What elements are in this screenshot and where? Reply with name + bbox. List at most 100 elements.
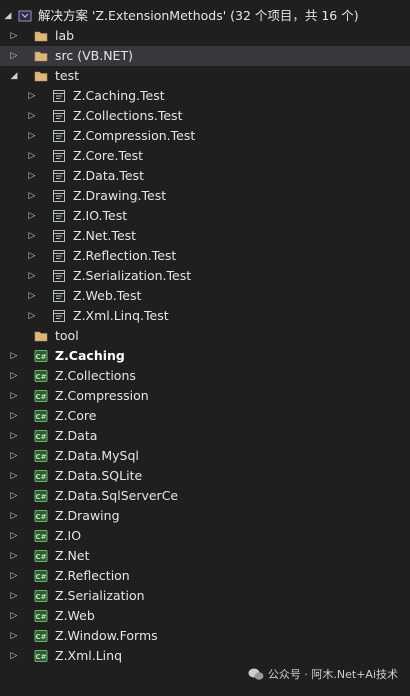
csharp-project-icon	[34, 649, 48, 663]
project-label: Z.Caching	[55, 348, 125, 363]
solution-explorer-tree: ◢ 解决方案 'Z.ExtensionMethods' (32 个项目，共 16…	[0, 6, 410, 666]
chevron-right-icon[interactable]: ▷	[8, 486, 20, 506]
csharp-project-icon	[34, 349, 48, 363]
chevron-right-icon[interactable]: ▷	[26, 166, 38, 186]
chevron-right-icon[interactable]: ▷	[8, 586, 20, 606]
test-project-item[interactable]: ▷ Z.Data.Test	[0, 166, 410, 186]
chevron-right-icon[interactable]: ▷	[26, 266, 38, 286]
chevron-right-icon[interactable]: ▷	[8, 346, 20, 366]
chevron-right-icon[interactable]: ▷	[8, 26, 20, 46]
project-item[interactable]: ▷ Z.Web	[0, 606, 410, 626]
test-project-icon	[52, 129, 66, 143]
project-item[interactable]: ▷ Z.Data.SQLite	[0, 466, 410, 486]
chevron-right-icon[interactable]: ▷	[8, 606, 20, 626]
project-label: Z.Reflection	[55, 568, 130, 583]
project-item[interactable]: ▷ Z.Collections	[0, 366, 410, 386]
chevron-right-icon[interactable]: ▷	[26, 246, 38, 266]
chevron-right-icon[interactable]: ▷	[8, 466, 20, 486]
test-project-item[interactable]: ▷ Z.Caching.Test	[0, 86, 410, 106]
folder-lab[interactable]: ▷ lab	[0, 26, 410, 46]
chevron-right-icon[interactable]: ▷	[26, 286, 38, 306]
test-project-icon	[52, 89, 66, 103]
test-project-item[interactable]: ▷ Z.Serialization.Test	[0, 266, 410, 286]
csharp-project-icon	[34, 609, 48, 623]
folder-icon	[34, 49, 48, 63]
project-label: Z.Data.SQLite	[55, 468, 143, 483]
csharp-project-icon	[34, 629, 48, 643]
project-item[interactable]: ▷ Z.Core	[0, 406, 410, 426]
chevron-down-icon[interactable]: ◢	[8, 66, 20, 86]
project-item[interactable]: ▷ Z.Drawing	[0, 506, 410, 526]
chevron-right-icon[interactable]: ▷	[8, 446, 20, 466]
project-item[interactable]: ▷ Z.Window.Forms	[0, 626, 410, 646]
project-item[interactable]: ▷ Z.Xml.Linq	[0, 646, 410, 666]
test-project-label: Z.Data.Test	[73, 168, 144, 183]
chevron-right-icon[interactable]: ▷	[26, 106, 38, 126]
project-label: Z.Drawing	[55, 508, 120, 523]
test-project-item[interactable]: ▷ Z.Reflection.Test	[0, 246, 410, 266]
chevron-right-icon[interactable]: ▷	[8, 566, 20, 586]
chevron-right-icon[interactable]: ▷	[8, 626, 20, 646]
chevron-right-icon[interactable]: ▷	[26, 146, 38, 166]
test-project-label: Z.Net.Test	[73, 228, 137, 243]
project-item[interactable]: ▷ Z.Reflection	[0, 566, 410, 586]
chevron-right-icon[interactable]: ▷	[8, 46, 20, 66]
folder-icon	[34, 69, 48, 83]
test-project-label: Z.Collections.Test	[73, 108, 183, 123]
test-project-item[interactable]: ▷ Z.Drawing.Test	[0, 186, 410, 206]
chevron-right-icon[interactable]: ▷	[8, 406, 20, 426]
folder-label: lab	[55, 28, 75, 43]
folder-tool[interactable]: ▷ tool	[0, 326, 410, 346]
test-project-item[interactable]: ▷ Z.Core.Test	[0, 146, 410, 166]
chevron-right-icon[interactable]: ▷	[26, 306, 38, 326]
project-label: Z.Window.Forms	[55, 628, 158, 643]
test-project-label: Z.IO.Test	[73, 208, 128, 223]
chevron-right-icon[interactable]: ▷	[8, 546, 20, 566]
test-project-label: Z.Core.Test	[73, 148, 144, 163]
project-item[interactable]: ▷ Z.Compression	[0, 386, 410, 406]
project-item[interactable]: ▷ Z.IO	[0, 526, 410, 546]
chevron-right-icon[interactable]: ▷	[8, 646, 20, 666]
test-project-icon	[52, 209, 66, 223]
chevron-right-icon[interactable]: ▷	[8, 426, 20, 446]
chevron-right-icon[interactable]: ▷	[26, 226, 38, 246]
csharp-project-icon	[34, 529, 48, 543]
test-project-icon	[52, 149, 66, 163]
project-list: ▷ Z.Caching ▷ Z.Collections ▷ Z.Compression ▷ Z…	[0, 346, 410, 666]
project-label: Z.Xml.Linq	[55, 648, 123, 663]
project-item[interactable]: ▷ Z.Serialization	[0, 586, 410, 606]
project-item[interactable]: ▷ Z.Net	[0, 546, 410, 566]
folder-icon	[34, 29, 48, 43]
project-item[interactable]: ▷ Z.Data.SqlServerCe	[0, 486, 410, 506]
test-project-item[interactable]: ▷ Z.Web.Test	[0, 286, 410, 306]
test-project-label: Z.Compression.Test	[73, 128, 196, 143]
chevron-right-icon[interactable]: ▷	[26, 126, 38, 146]
chevron-down-icon[interactable]: ◢	[2, 6, 14, 26]
test-project-label: Z.Web.Test	[73, 288, 142, 303]
chevron-right-icon[interactable]: ▷	[26, 86, 38, 106]
solution-label: 解决方案 'Z.ExtensionMethods' (32 个项目，共 16 个…	[38, 8, 359, 23]
chevron-right-icon[interactable]: ▷	[8, 366, 20, 386]
project-item[interactable]: ▷ Z.Caching	[0, 346, 410, 366]
folder-label: test	[55, 68, 80, 83]
test-project-icon	[52, 269, 66, 283]
test-project-item[interactable]: ▷ Z.Xml.Linq.Test	[0, 306, 410, 326]
test-project-label: Z.Drawing.Test	[73, 188, 167, 203]
project-item[interactable]: ▷ Z.Data	[0, 426, 410, 446]
test-project-icon	[52, 109, 66, 123]
chevron-right-icon[interactable]: ▷	[8, 386, 20, 406]
wechat-icon	[248, 668, 264, 680]
test-project-item[interactable]: ▷ Z.Compression.Test	[0, 126, 410, 146]
chevron-right-icon[interactable]: ▷	[8, 526, 20, 546]
test-project-item[interactable]: ▷ Z.Net.Test	[0, 226, 410, 246]
test-project-item[interactable]: ▷ Z.IO.Test	[0, 206, 410, 226]
chevron-right-icon[interactable]: ▷	[8, 506, 20, 526]
test-project-item[interactable]: ▷ Z.Collections.Test	[0, 106, 410, 126]
chevron-right-icon[interactable]: ▷	[26, 206, 38, 226]
chevron-right-icon[interactable]: ▷	[26, 186, 38, 206]
folder-test[interactable]: ◢ test	[0, 66, 410, 86]
solution-node[interactable]: ◢ 解决方案 'Z.ExtensionMethods' (32 个项目，共 16…	[0, 6, 410, 26]
project-item[interactable]: ▷ Z.Data.MySql	[0, 446, 410, 466]
test-project-label: Z.Serialization.Test	[73, 268, 192, 283]
folder-src[interactable]: ▷ src (VB.NET)	[0, 46, 410, 66]
